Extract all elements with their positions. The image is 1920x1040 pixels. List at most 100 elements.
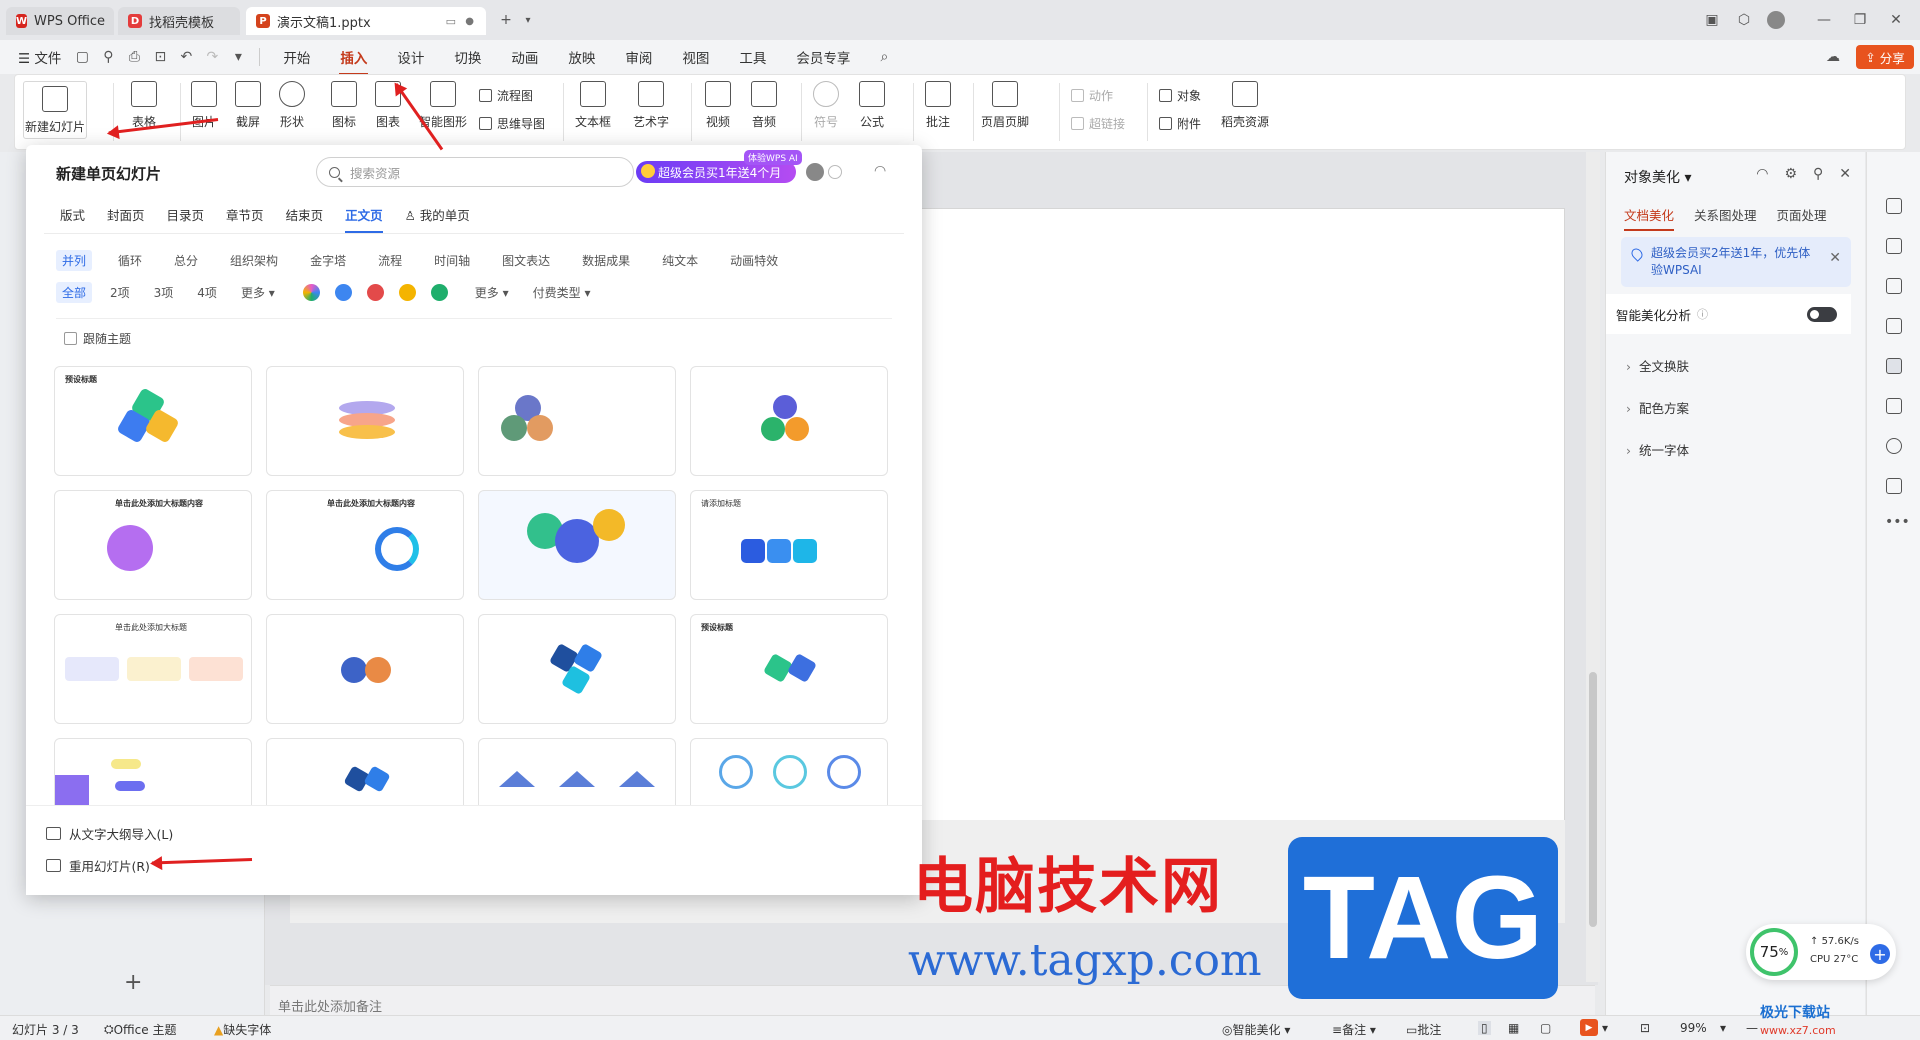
color-green-dot[interactable] <box>430 284 448 301</box>
screenshot-button[interactable]: 截屏 <box>235 81 261 130</box>
close-icon[interactable]: ✕ <box>1884 9 1908 31</box>
color-scheme-item[interactable]: 配色方案 <box>1626 398 1689 417</box>
vertical-scrollbar[interactable] <box>1586 152 1600 982</box>
more-icon[interactable]: ••• <box>1885 514 1910 530</box>
tab-toc[interactable]: 目录页 <box>167 205 205 224</box>
performance-widget[interactable]: 75% ↑ 57.6K/s CPU 27°C + <box>1746 924 1896 980</box>
panel-title[interactable]: 对象美化 ▾ <box>1624 167 1691 187</box>
template-thumbnail[interactable]: 单击此处添加大标题内容 <box>266 490 464 600</box>
follow-theme-checkbox[interactable]: 跟随主题 <box>64 330 131 347</box>
play-icon[interactable]: ▶ <box>1580 1019 1598 1036</box>
color-all-dot[interactable] <box>302 284 320 301</box>
filter-4[interactable]: 4项 <box>191 282 223 303</box>
pay-type-dropdown[interactable]: 付费类型 ▾ <box>527 282 597 303</box>
close-icon[interactable]: ✕ <box>1839 166 1851 182</box>
filter-pyramid[interactable]: 金字塔 <box>304 250 352 271</box>
tab-page[interactable]: 页面处理 <box>1777 205 1827 224</box>
cube-icon[interactable]: ⬡ <box>1732 9 1756 31</box>
file-menu[interactable]: ☰ 文件 <box>0 47 69 67</box>
import-outline-button[interactable]: 从文字大纲导入(L) <box>46 824 173 843</box>
comment-button[interactable]: 批注 <box>925 81 951 130</box>
menu-view[interactable]: 视图 <box>667 47 724 67</box>
tab-docer[interactable]: D 找稻壳模板 <box>118 7 240 35</box>
filter-more[interactable]: 更多 ▾ <box>235 282 281 303</box>
search-icon[interactable]: ⌕ <box>871 44 897 70</box>
menu-design[interactable]: 设计 <box>382 47 439 67</box>
textbox-button[interactable]: 文本框 <box>575 81 611 130</box>
menu-home[interactable]: 开始 <box>268 47 325 67</box>
symbol-button[interactable]: 符号 <box>813 81 839 130</box>
settings-icon[interactable]: ⚙ <box>1784 166 1797 182</box>
new-tab-button[interactable]: + <box>494 9 518 31</box>
reading-view-icon[interactable]: ▢ <box>1540 1021 1551 1035</box>
filter-general[interactable]: 总分 <box>168 250 204 271</box>
tab-my-slides[interactable]: ♙ 我的单页 <box>405 205 470 224</box>
template-thumbnail[interactable] <box>266 366 464 476</box>
filter-timeline[interactable]: 时间轴 <box>428 250 476 271</box>
share-button[interactable]: ⇪ 分享 <box>1856 45 1914 69</box>
smart-analysis-toggle[interactable] <box>1807 307 1837 322</box>
theme-indicator[interactable]: ⛭ Office 主题 <box>104 1021 176 1038</box>
template-thumbnail[interactable]: 预设标题 <box>690 614 888 724</box>
filter-cycle[interactable]: 循环 <box>112 250 148 271</box>
pin-icon[interactable]: ⚲ <box>1813 166 1823 182</box>
reuse-slides-button[interactable]: 重用幻灯片(R) <box>46 856 150 875</box>
layout-icon[interactable]: ▣ <box>1700 9 1724 31</box>
print-preview-icon[interactable]: ⊡ <box>147 44 173 70</box>
docer-resource-button[interactable]: 稻壳资源 <box>1221 81 1269 130</box>
monitor-icon[interactable]: ▭ <box>446 15 456 28</box>
sliders-icon[interactable] <box>1886 198 1902 214</box>
template-thumbnail[interactable] <box>478 490 676 600</box>
headset-icon[interactable]: ◠ <box>874 163 886 179</box>
tab-body[interactable]: 正文页 <box>345 205 383 233</box>
zoom-out-icon[interactable]: — <box>1746 1021 1758 1035</box>
filter-2[interactable]: 2项 <box>104 282 136 303</box>
template-thumbnail[interactable] <box>478 366 676 476</box>
avatar[interactable] <box>806 163 824 181</box>
template-thumbnail[interactable] <box>54 738 252 805</box>
filter-animation[interactable]: 动画特效 <box>724 250 784 271</box>
add-slide-icon[interactable]: + <box>124 970 142 995</box>
template-thumbnail[interactable]: 单击此处添加大标题内容 <box>54 490 252 600</box>
table-button[interactable]: 表格 <box>131 81 157 130</box>
attachment-button[interactable]: 附件 <box>1159 115 1201 132</box>
play-dropdown-icon[interactable]: ▾ <box>1602 1021 1608 1035</box>
missing-font-indicator[interactable]: ▲ 缺失字体 <box>214 1021 271 1038</box>
action-button[interactable]: 动作 <box>1071 87 1113 104</box>
template-thumbnail[interactable]: 请添加标题 <box>690 490 888 600</box>
icon-button[interactable]: 图标 <box>331 81 357 130</box>
member-promo-badge[interactable]: 超级会员买1年送4个月 体验WPS AI <box>636 150 802 183</box>
color-more[interactable]: 更多 ▾ <box>469 282 515 303</box>
share-link-icon[interactable]: ⚲ <box>95 44 121 70</box>
formula-button[interactable]: 公式 <box>859 81 885 130</box>
help-icon[interactable] <box>1886 438 1902 454</box>
redo-icon[interactable]: ↷ <box>199 44 225 70</box>
resource-search-input[interactable]: 搜索资源 <box>316 157 634 187</box>
comment-toggle[interactable]: ▭ 批注 <box>1406 1021 1441 1038</box>
chevron-down-icon[interactable]: ▾ <box>516 9 540 31</box>
scrollbar-thumb[interactable] <box>1589 672 1597 927</box>
filter-org[interactable]: 组织架构 <box>224 250 284 271</box>
template-thumbnail[interactable] <box>478 738 676 805</box>
zoom-dropdown-icon[interactable]: ▾ <box>1720 1021 1726 1035</box>
menu-member[interactable]: 会员专享 <box>781 47 865 67</box>
fit-icon[interactable]: ⊡ <box>1640 1021 1650 1035</box>
template-thumbnail[interactable] <box>266 738 464 805</box>
beautify-icon[interactable] <box>1886 358 1902 374</box>
copy-icon[interactable] <box>1886 278 1902 294</box>
notes-toggle[interactable]: ≡ 备注 ▾ <box>1332 1021 1376 1038</box>
menu-review[interactable]: 审阅 <box>610 47 667 67</box>
color-red-dot[interactable] <box>366 284 384 301</box>
save-icon[interactable]: ▢ <box>69 44 95 70</box>
wordart-button[interactable]: 艺术字 <box>633 81 669 130</box>
filter-parallel[interactable]: 并列 <box>56 250 93 271</box>
tab-wps-office[interactable]: W WPS Office <box>6 7 114 35</box>
template-thumbnail[interactable] <box>266 614 464 724</box>
object-button[interactable]: 对象 <box>1159 87 1201 104</box>
filter-process[interactable]: 流程 <box>372 250 408 271</box>
restore-icon[interactable]: ❐ <box>1848 9 1872 31</box>
color-blue-dot[interactable] <box>334 284 352 301</box>
avatar[interactable] <box>1764 9 1788 31</box>
menu-insert[interactable]: 插入 <box>325 47 382 75</box>
video-button[interactable]: 视频 <box>705 81 731 130</box>
